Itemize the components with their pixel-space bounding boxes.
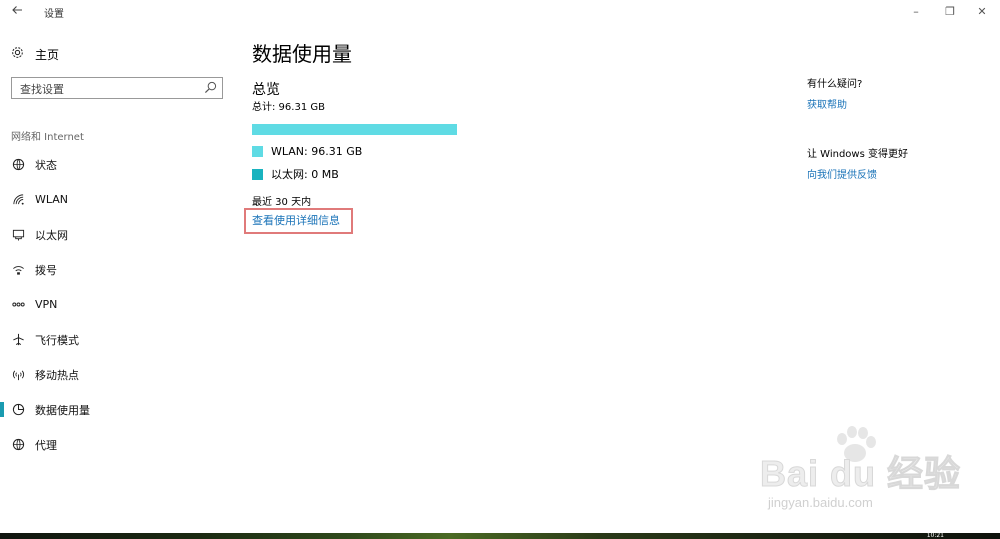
sidebar-item-status[interactable]: 状态 [0, 147, 240, 182]
question-heading: 有什么疑问? [807, 79, 863, 90]
sidebar-item-label: 状态 [35, 158, 57, 172]
feedback-link[interactable]: 向我们提供反馈 [807, 166, 877, 181]
watermark-brand: Bai du 经验 [759, 453, 962, 495]
minimize-button[interactable]: – [906, 3, 926, 21]
data-usage-icon [11, 403, 25, 416]
sidebar-item-label: 数据使用量 [35, 403, 90, 417]
sidebar-item-proxy[interactable]: 代理 [0, 427, 240, 462]
sidebar-item-hotspot[interactable]: 移动热点 [0, 357, 240, 392]
view-usage-details-link[interactable]: 查看使用详细信息 [252, 212, 340, 228]
vpn-icon [11, 298, 25, 311]
sidebar-item-label: 以太网 [35, 228, 68, 242]
sidebar-item-label: VPN [35, 298, 58, 311]
hotspot-icon [11, 368, 25, 381]
active-indicator [0, 402, 4, 417]
search-input[interactable] [12, 79, 192, 100]
sidebar-item-data-usage[interactable]: 数据使用量 [0, 392, 240, 427]
taskbar-clock: 10:21 [926, 532, 944, 539]
sidebar-item-label: 飞行模式 [35, 333, 79, 347]
back-button[interactable] [8, 3, 26, 21]
legend-ethernet: 以太网: 0 MB [252, 166, 339, 182]
title-bar: 设置 – ❐ ✕ [0, 0, 1000, 24]
back-arrow-icon [12, 6, 22, 14]
baidu-watermark: Bai du 经验 jingyan.baidu.com [759, 425, 961, 520]
sidebar-item-airplane-mode[interactable]: 飞行模式 [0, 322, 240, 357]
sidebar-item-dialup[interactable]: 拨号 [0, 252, 240, 287]
watermark-url: jingyan.baidu.com [768, 495, 873, 510]
total-usage: 总计: 96.31 GB [252, 102, 325, 113]
close-button[interactable]: ✕ [972, 3, 992, 21]
gear-icon [10, 46, 24, 62]
sidebar-item-label: 移动热点 [35, 368, 79, 382]
taskbar: 10:21 [0, 533, 1000, 539]
search-box[interactable] [11, 77, 223, 100]
sidebar-item-home[interactable]: 主页 [10, 45, 59, 63]
sidebar-item-label: 代理 [35, 438, 57, 452]
overview-heading: 总览 [252, 82, 280, 98]
window-title: 设置 [44, 9, 64, 20]
section-title: 网络和 Internet [11, 132, 84, 143]
usage-bar [252, 124, 457, 135]
airplane-icon [11, 333, 25, 346]
period-label: 最近 30 天内 [252, 197, 312, 208]
legend-wlan: WLAN: 96.31 GB [252, 145, 362, 158]
legend-swatch-ethernet [252, 168, 263, 180]
sidebar-nav: 状态 WLAN 以太网 拨号 VPN 飞行模式 移动热点 数据使用量 代理 [0, 147, 240, 462]
sidebar-item-vpn[interactable]: VPN [0, 287, 240, 322]
search-icon[interactable] [204, 81, 217, 94]
usage-bar-fill [252, 124, 457, 135]
home-label: 主页 [35, 47, 60, 62]
sidebar-item-label: 拨号 [35, 263, 57, 277]
wifi-icon [11, 193, 25, 206]
sidebar-item-label: WLAN [35, 193, 69, 206]
legend-label-wlan: WLAN: 96.31 GB [271, 145, 363, 158]
improve-heading: 让 Windows 变得更好 [807, 149, 908, 160]
sidebar-item-wlan[interactable]: WLAN [0, 182, 240, 217]
globe-status-icon [11, 158, 25, 171]
ethernet-icon [11, 228, 25, 241]
dialup-icon [11, 263, 25, 276]
legend-label-ethernet: 以太网: 0 MB [271, 168, 339, 181]
get-help-link[interactable]: 获取帮助 [807, 96, 847, 111]
sidebar: 主页 网络和 Internet 状态 WLAN 以太网 [0, 24, 240, 533]
page-title: 数据使用量 [252, 42, 352, 66]
sidebar-item-ethernet[interactable]: 以太网 [0, 217, 240, 252]
globe-icon [11, 438, 25, 451]
legend-swatch-wlan [252, 146, 263, 157]
maximize-button[interactable]: ❐ [940, 3, 960, 21]
